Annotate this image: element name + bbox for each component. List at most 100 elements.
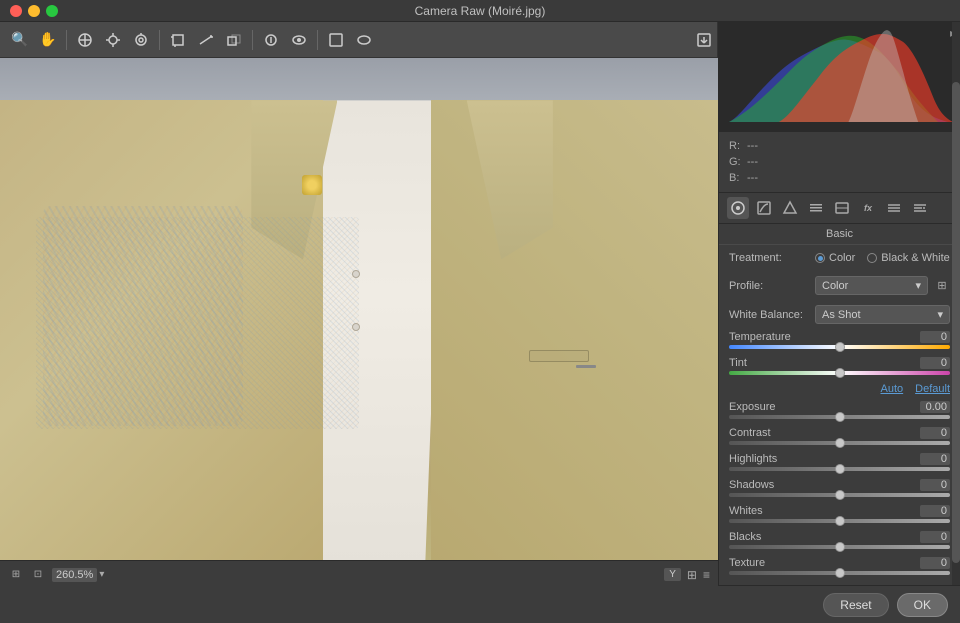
- canvas-save-icon[interactable]: [690, 22, 718, 58]
- texture-slider-row: Texture 0: [719, 555, 960, 581]
- auto-button[interactable]: Auto: [881, 383, 904, 395]
- jacket-right: [431, 100, 718, 588]
- profile-grid-icon[interactable]: ⊞: [934, 278, 950, 294]
- contrast-label: Contrast: [729, 427, 771, 439]
- canvas-icon-2: ⊡: [30, 567, 46, 583]
- tab-basic[interactable]: [727, 197, 749, 219]
- color-radio[interactable]: [815, 253, 825, 263]
- blacks-track[interactable]: [729, 545, 950, 549]
- whites-value[interactable]: 0: [920, 505, 950, 517]
- whites-slider-row: Whites 0: [719, 503, 960, 529]
- profile-row: Profile: Color ▾ ⊞: [719, 271, 960, 300]
- whites-label: Whites: [729, 505, 763, 517]
- g-value: ---: [747, 156, 758, 168]
- tint-value[interactable]: 0: [920, 357, 950, 369]
- button-1: [352, 270, 360, 278]
- red-eye-tool[interactable]: [287, 28, 311, 52]
- tab-tone-curve[interactable]: [753, 197, 775, 219]
- contrast-slider-row: Contrast 0: [719, 425, 960, 451]
- tool-separator-2: [159, 30, 160, 50]
- spot-removal-tool[interactable]: [259, 28, 283, 52]
- tint-thumb[interactable]: [835, 368, 845, 378]
- tab-hsl[interactable]: [805, 197, 827, 219]
- color-option[interactable]: Color: [815, 252, 855, 264]
- close-button[interactable]: [10, 5, 22, 17]
- crop-tool[interactable]: [166, 28, 190, 52]
- whites-thumb[interactable]: [835, 516, 845, 526]
- white-balance-row: White Balance: As Shot ▾: [719, 300, 960, 329]
- highlights-value[interactable]: 0: [920, 453, 950, 465]
- shadows-slider-row: Shadows 0: [719, 477, 960, 503]
- hand-tool[interactable]: ✋: [36, 28, 60, 52]
- tab-effects[interactable]: [883, 197, 905, 219]
- exposure-track[interactable]: [729, 415, 950, 419]
- texture-value[interactable]: 0: [920, 557, 950, 569]
- reset-button[interactable]: Reset: [823, 593, 888, 617]
- maximize-button[interactable]: [46, 5, 58, 17]
- temperature-track[interactable]: [729, 345, 950, 349]
- default-button[interactable]: Default: [915, 383, 950, 395]
- exposure-label: Exposure: [729, 401, 775, 413]
- wb-select[interactable]: As Shot ▾: [815, 305, 950, 324]
- histogram-chart: [719, 22, 960, 132]
- r-value: ---: [747, 140, 758, 152]
- zoom-display: 260.5% ▾: [52, 568, 104, 582]
- panel-scrollbar[interactable]: [952, 22, 960, 623]
- texture-label: Texture: [729, 557, 765, 569]
- y-label: Y: [664, 568, 681, 581]
- blacks-value[interactable]: 0: [920, 531, 950, 543]
- minimize-button[interactable]: [28, 5, 40, 17]
- tab-lens[interactable]: fx: [857, 197, 879, 219]
- zoom-value[interactable]: 260.5%: [52, 568, 97, 582]
- panel-tabs: fx: [719, 193, 960, 224]
- bw-radio[interactable]: [867, 253, 877, 263]
- panel-content: Basic Treatment: Color Black & White Pro…: [719, 224, 960, 623]
- ok-button[interactable]: OK: [897, 593, 948, 617]
- b-row: B: ---: [729, 170, 950, 186]
- tab-detail[interactable]: [779, 197, 801, 219]
- profile-select[interactable]: Color ▾: [815, 276, 928, 295]
- image-canvas: [0, 58, 718, 588]
- panel-scrollbar-thumb[interactable]: [952, 82, 960, 563]
- color-sample-tool[interactable]: [101, 28, 125, 52]
- contrast-thumb[interactable]: [835, 438, 845, 448]
- temperature-value[interactable]: 0: [920, 331, 950, 343]
- straighten-tool[interactable]: [194, 28, 218, 52]
- shadows-value[interactable]: 0: [920, 479, 950, 491]
- blacks-thumb[interactable]: [835, 542, 845, 552]
- exposure-thumb[interactable]: [835, 412, 845, 422]
- bottom-buttons: Reset OK: [718, 585, 960, 623]
- tab-camera-cal[interactable]: [909, 197, 931, 219]
- white-balance-tool[interactable]: [73, 28, 97, 52]
- tint-slider-row: Tint 0: [719, 355, 960, 381]
- contrast-track[interactable]: [729, 441, 950, 445]
- highlights-track[interactable]: [729, 467, 950, 471]
- b-label: B:: [729, 172, 741, 184]
- whites-track[interactable]: [729, 519, 950, 523]
- graduated-filter-tool[interactable]: [324, 28, 348, 52]
- highlights-thumb[interactable]: [835, 464, 845, 474]
- auto-default-row: Auto Default: [719, 381, 960, 399]
- zoom-tool[interactable]: 🔍: [8, 28, 32, 52]
- zoom-dropdown-arrow[interactable]: ▾: [99, 569, 104, 580]
- texture-track[interactable]: [729, 571, 950, 575]
- canvas-area: ⊞ ⊡ 260.5% ▾ Y ⊞ ≡: [0, 58, 718, 588]
- bw-option[interactable]: Black & White: [867, 252, 949, 264]
- tint-track[interactable]: [729, 371, 950, 375]
- shadows-thumb[interactable]: [835, 490, 845, 500]
- transform-tool[interactable]: [222, 28, 246, 52]
- target-adjustment-tool[interactable]: [129, 28, 153, 52]
- radial-filter-tool[interactable]: [352, 28, 376, 52]
- contrast-value[interactable]: 0: [920, 427, 950, 439]
- exposure-value[interactable]: 0.00: [920, 401, 950, 413]
- canvas-icon-1: ⊞: [8, 567, 24, 583]
- toolbar: 🔍 ✋: [0, 22, 718, 58]
- temperature-thumb[interactable]: [835, 342, 845, 352]
- b-value: ---: [747, 172, 758, 184]
- shadows-track[interactable]: [729, 493, 950, 497]
- section-header-basic: Basic: [719, 224, 960, 245]
- highlights-label: Highlights: [729, 453, 777, 465]
- tab-split-toning[interactable]: [831, 197, 853, 219]
- texture-thumb[interactable]: [835, 568, 845, 578]
- tool-separator-1: [66, 30, 67, 50]
